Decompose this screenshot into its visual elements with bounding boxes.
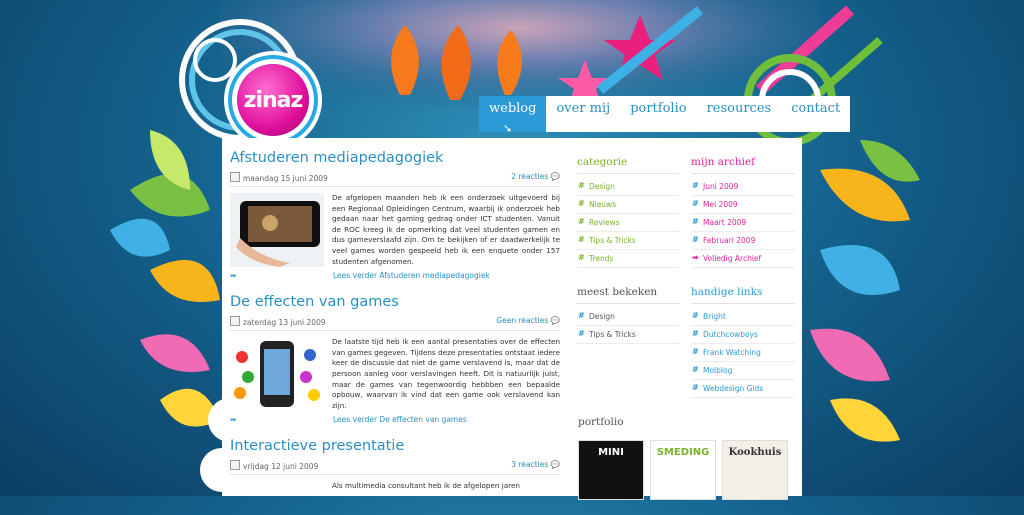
post: Afstuderen mediapedagogiek maandag 15 ju… bbox=[230, 150, 560, 280]
reactions-link[interactable]: 3 reacties bbox=[511, 460, 548, 469]
comment-icon: 💬 bbox=[550, 316, 560, 326]
arrow-right-icon: ➡ bbox=[230, 415, 237, 425]
post-title[interactable]: Interactieve presentatie bbox=[230, 438, 560, 454]
post-list: Afstuderen mediapedagogiek maandag 15 ju… bbox=[230, 150, 560, 515]
portfolio-widget: portfolio MINI SMEDING Kookhuis bbox=[578, 416, 794, 500]
main-nav: weblog ➘ over mij portfolio resources con… bbox=[479, 96, 851, 135]
widget-title: meest bekeken bbox=[577, 286, 679, 304]
category-link[interactable]: Tips & Tricks bbox=[577, 232, 679, 250]
read-more-link[interactable]: Lees verder De effecten van games bbox=[333, 415, 467, 424]
widget-title: portfolio bbox=[578, 416, 624, 428]
post-image-iphone-apps bbox=[230, 337, 324, 412]
post-date: maandag 15 juni 2009 bbox=[243, 174, 328, 183]
archief-widget: mijn archief Juni 2009 Mei 2009 Maart 20… bbox=[691, 156, 795, 268]
post-title[interactable]: Afstuderen mediapedagogiek bbox=[230, 150, 560, 166]
widget-title: categorie bbox=[577, 156, 679, 174]
archive-link[interactable]: Februari 2009 bbox=[691, 232, 795, 250]
post: Interactieve presentatie vrijdag 12 juni… bbox=[230, 438, 560, 501]
external-link[interactable]: Bright bbox=[691, 308, 795, 326]
nav-portfolio[interactable]: portfolio bbox=[620, 96, 697, 132]
external-link[interactable]: Molblog bbox=[691, 362, 795, 380]
post-excerpt: Als multimedia consultant heb ik de afge… bbox=[332, 481, 520, 491]
comment-icon: 💬 bbox=[550, 460, 560, 470]
nav-over-mij[interactable]: over mij bbox=[546, 96, 621, 132]
site-logo[interactable]: zinaz bbox=[237, 64, 309, 136]
post-image-gaming-phone bbox=[230, 193, 324, 267]
external-link[interactable]: Frank Watching bbox=[691, 344, 795, 362]
post-title[interactable]: De effecten van games bbox=[230, 294, 560, 310]
widget-title: handige links bbox=[691, 286, 795, 304]
meest-bekeken-widget: meest bekeken Design Tips & Tricks bbox=[577, 286, 679, 344]
archive-link[interactable]: Juni 2009 bbox=[691, 178, 795, 196]
post-date: zaterdag 13 juni 2009 bbox=[243, 318, 326, 328]
calendar-icon bbox=[230, 316, 240, 327]
nav-weblog[interactable]: weblog ➘ bbox=[479, 96, 547, 135]
reactions-link[interactable]: Geen reacties bbox=[496, 316, 548, 325]
post-excerpt: De laatste tijd heb ik een aantal presen… bbox=[332, 337, 560, 410]
post-excerpt: De afgelopen maanden heb ik een onderzoe… bbox=[332, 193, 560, 266]
post-date: vrijdag 12 juni 2009 bbox=[243, 462, 319, 472]
post-meta: vrijdag 12 juni 2009 3 reacties 💬 bbox=[230, 460, 560, 476]
calendar-icon bbox=[230, 172, 240, 182]
category-link[interactable]: Design bbox=[577, 178, 679, 196]
read-more-link[interactable]: Lees verder Afstuderen mediapedagogiek bbox=[333, 271, 490, 280]
widget-title: mijn archief bbox=[691, 156, 795, 174]
archive-link[interactable]: Mei 2009 bbox=[691, 196, 795, 214]
nav-resources[interactable]: resources bbox=[696, 96, 782, 132]
nav-contact[interactable]: contact bbox=[781, 96, 851, 132]
category-link[interactable]: Trends bbox=[577, 250, 679, 268]
portfolio-tile-kookhuis[interactable]: Kookhuis bbox=[722, 440, 788, 500]
category-link[interactable]: Reviews bbox=[577, 214, 679, 232]
calendar-icon bbox=[230, 460, 240, 471]
archive-link[interactable]: Maart 2009 bbox=[691, 214, 795, 232]
category-link[interactable]: Nieuws bbox=[577, 196, 679, 214]
post-meta: zaterdag 13 juni 2009 Geen reacties 💬 bbox=[230, 316, 560, 332]
post: De effecten van games zaterdag 13 juni 2… bbox=[230, 294, 560, 424]
post-image bbox=[230, 481, 324, 501]
reactions-link[interactable]: 2 reacties bbox=[511, 172, 548, 181]
handige-links-widget: handige links Bright Dutchcowboys Frank … bbox=[691, 286, 795, 398]
comment-icon: 💬 bbox=[550, 172, 560, 181]
popular-link[interactable]: Design bbox=[577, 308, 679, 326]
portfolio-tile-smeding[interactable]: SMEDING bbox=[650, 440, 716, 500]
full-archive-link[interactable]: Volledig Archief bbox=[691, 250, 795, 268]
popular-link[interactable]: Tips & Tricks bbox=[577, 326, 679, 344]
arrow-right-icon: ➡ bbox=[230, 271, 237, 281]
portfolio-tile-mini[interactable]: MINI bbox=[578, 440, 644, 500]
categorie-widget: categorie Design Nieuws Reviews Tips & T… bbox=[577, 156, 679, 268]
post-meta: maandag 15 juni 2009 2 reacties 💬 bbox=[230, 172, 560, 187]
external-link[interactable]: Dutchcowboys bbox=[691, 326, 795, 344]
content-area: Afstuderen mediapedagogiek maandag 15 ju… bbox=[222, 138, 802, 500]
external-link[interactable]: Webdesign Gids bbox=[691, 380, 795, 398]
